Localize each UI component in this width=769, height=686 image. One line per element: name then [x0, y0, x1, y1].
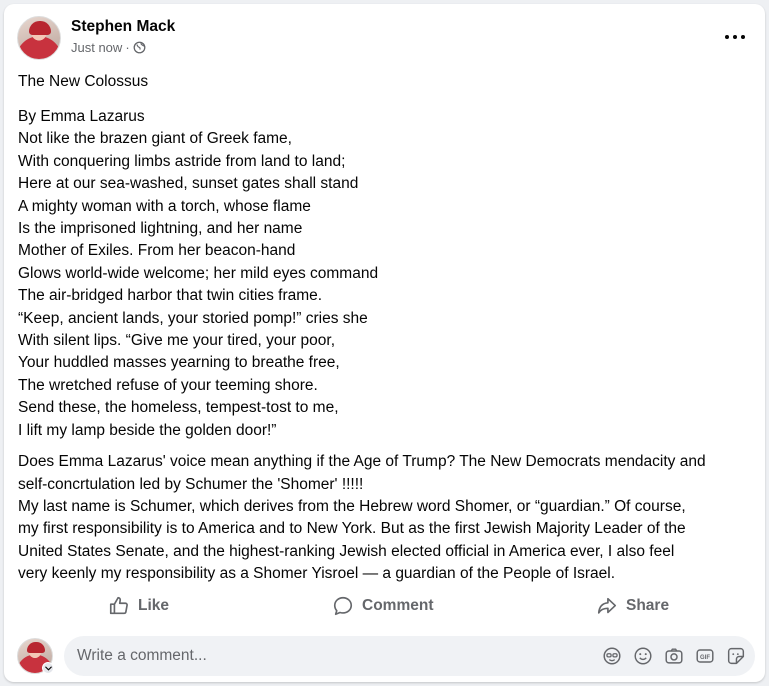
- commentary-line: My last name is Schumer, which derives f…: [18, 497, 686, 515]
- poem-line: I lift my lamp beside the golden door!”: [18, 421, 277, 439]
- poem-line: With conquering limbs astride from land …: [18, 152, 346, 170]
- commentary-line: my first responsibility is to America an…: [18, 520, 686, 538]
- commentary-line: United States Senate, and the highest-ra…: [18, 542, 675, 560]
- poem-line: The air-bridged harbor that twin cities …: [18, 287, 323, 305]
- comment-button[interactable]: Comment: [332, 592, 433, 620]
- avatar-sticker-icon[interactable]: [601, 645, 623, 667]
- commentary-text: Does Emma Lazarus' voice mean anything i…: [18, 451, 758, 585]
- share-arrow-icon: [597, 597, 617, 614]
- gif-icon[interactable]: GIF: [694, 645, 716, 667]
- author-avatar[interactable]: [17, 16, 61, 60]
- thumbs-up-icon: [109, 596, 128, 615]
- poem-text: By Emma Lazarus Not like the brazen gian…: [18, 106, 758, 442]
- poem-line: Glows world-wide welcome; her mild eyes …: [18, 264, 379, 282]
- emoji-icon[interactable]: [632, 645, 654, 667]
- post-actions: Like Comment Share: [4, 592, 765, 620]
- composer-icons: GIF: [601, 645, 747, 667]
- globe-icon[interactable]: [133, 41, 146, 54]
- speech-bubble-icon: [333, 596, 353, 616]
- comment-label: Comment: [362, 597, 434, 614]
- post-header: Stephen Mack Just now ·: [17, 16, 753, 64]
- poem-line: Is the imprisoned lightning, and her nam…: [18, 220, 303, 238]
- post-meta: Just now ·: [71, 40, 146, 55]
- like-button[interactable]: Like: [108, 592, 169, 620]
- poem-line: By Emma Lazarus: [18, 108, 145, 125]
- poem-line: Here at our sea-washed, sunset gates sha…: [18, 175, 359, 193]
- share-label: Share: [626, 597, 670, 614]
- poem-line: With silent lips. “Give me your tired, y…: [18, 332, 336, 350]
- more-options-icon[interactable]: [723, 30, 747, 44]
- chevron-down-icon[interactable]: [42, 662, 54, 674]
- sticker-icon[interactable]: [725, 645, 747, 667]
- poem-line: Send these, the homeless, tempest-tost t…: [18, 399, 339, 417]
- share-button[interactable]: Share: [596, 592, 669, 620]
- poem-line: Not like the brazen giant of Greek fame,: [18, 130, 292, 148]
- svg-text:GIF: GIF: [700, 655, 710, 661]
- commentary-line: very keenly my responsibility as a Shome…: [18, 565, 616, 583]
- post-timestamp[interactable]: Just now: [71, 40, 122, 55]
- poem-line: The wretched refuse of your teeming shor…: [18, 376, 318, 394]
- camera-icon[interactable]: [663, 645, 685, 667]
- meta-separator: ·: [125, 40, 130, 55]
- comment-placeholder: Write a comment...: [77, 647, 207, 664]
- like-label: Like: [138, 597, 170, 614]
- comment-input[interactable]: Write a comment... GIF: [64, 636, 755, 676]
- poem-line: Mother of Exiles. From her beacon-hand: [18, 242, 296, 260]
- poem-line: A mighty woman with a torch, whose flame: [18, 197, 311, 215]
- commentary-line: self-concrtulation led by Schumer the 'S…: [18, 475, 364, 493]
- poem-line: Your huddled masses yearning to breathe …: [18, 354, 340, 372]
- commentary-line: Does Emma Lazarus' voice mean anything i…: [18, 453, 706, 471]
- poem-line: “Keep, ancient lands, your storied pomp!…: [18, 309, 368, 327]
- post-title: The New Colossus: [18, 73, 149, 90]
- post-body: The New Colossus By Emma Lazarus Not lik…: [18, 70, 758, 586]
- comment-composer: Write a comment... GIF: [17, 636, 755, 676]
- post-card: Stephen Mack Just now · The New Colossus…: [4, 4, 765, 682]
- author-name[interactable]: Stephen Mack: [71, 18, 175, 36]
